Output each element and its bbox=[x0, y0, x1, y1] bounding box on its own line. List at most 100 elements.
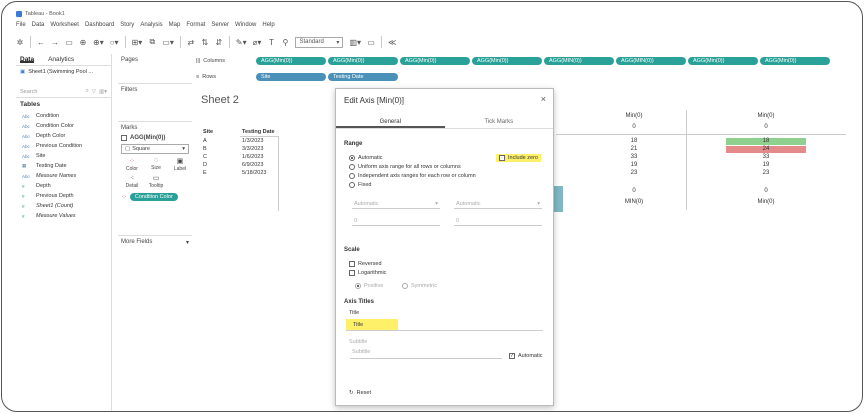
condition-color-pill[interactable]: Condition Color bbox=[129, 193, 178, 201]
menu-help[interactable]: Help bbox=[262, 22, 274, 28]
fit-select[interactable]: Standard ▾ bbox=[295, 36, 344, 48]
marks-field-checkbox[interactable] bbox=[121, 135, 127, 141]
row-header-date[interactable]: 6/9/2023 bbox=[242, 162, 263, 168]
menu-data[interactable]: Data bbox=[32, 22, 45, 28]
reversed-checkbox[interactable] bbox=[349, 261, 355, 267]
range-automatic-option[interactable]: Automatic bbox=[349, 155, 382, 161]
column-pill[interactable]: AGG(Min(0)) bbox=[256, 56, 326, 65]
reset-button[interactable]: ↻ Reset bbox=[349, 390, 371, 396]
mark-type-select[interactable]: ▢ Square ▾ bbox=[121, 144, 189, 154]
menu-file[interactable]: File bbox=[16, 22, 26, 28]
tab-tick-marks[interactable]: Tick Marks bbox=[445, 115, 554, 128]
swap-icon[interactable]: ⇄ bbox=[187, 38, 195, 47]
row-header-date[interactable]: 1/3/2023 bbox=[242, 138, 263, 144]
forward-icon[interactable]: → bbox=[51, 38, 59, 47]
column-pill[interactable]: AGG(Min(0)) bbox=[328, 56, 398, 65]
field-item[interactable]: Abc Condition Color bbox=[16, 121, 111, 131]
range-end-select[interactable]: Automatic ▾ bbox=[454, 200, 542, 209]
field-item[interactable]: # Sheet1 (Count) bbox=[16, 201, 111, 211]
column-pill[interactable]: AGG(Min(0)) bbox=[760, 56, 830, 65]
field-item[interactable]: Abc Condition bbox=[16, 111, 111, 121]
field-item[interactable]: Abc Previous Condition bbox=[16, 141, 111, 151]
row-header-site[interactable]: A bbox=[203, 138, 207, 144]
logarithmic-checkbox[interactable] bbox=[349, 270, 355, 276]
filters-card[interactable]: Filters bbox=[118, 84, 192, 122]
row-pill-site[interactable]: Site bbox=[256, 72, 326, 81]
row-pill-testing-date[interactable]: Testing Date bbox=[328, 72, 398, 81]
new-datasource-icon[interactable]: ⊕ bbox=[79, 38, 87, 47]
row-header-date[interactable]: 5/18/2023 bbox=[242, 170, 266, 176]
back-icon[interactable]: ← bbox=[37, 38, 45, 47]
field-item[interactable]: Abc Site bbox=[16, 151, 111, 161]
pages-card[interactable]: Pages bbox=[118, 54, 192, 84]
menu-map[interactable]: Map bbox=[169, 22, 181, 28]
row-header-date[interactable]: 1/6/2023 bbox=[242, 154, 263, 160]
highlight-icon[interactable]: ✎▾ bbox=[236, 38, 247, 47]
clear-sheet-icon[interactable]: ▭▾ bbox=[162, 38, 174, 47]
tab-data[interactable]: Data bbox=[20, 56, 35, 63]
field-item[interactable]: Abc Measure Names bbox=[16, 171, 111, 181]
more-fields-card[interactable]: More Fields ▾ bbox=[118, 236, 192, 249]
column-pill[interactable]: AGG(Min(0)) bbox=[472, 56, 542, 65]
range-fixed-option[interactable]: Fixed bbox=[349, 182, 371, 188]
field-item[interactable]: # Depth bbox=[16, 181, 111, 191]
include-zero-option[interactable]: Include zero bbox=[496, 154, 541, 162]
new-sheet-icon[interactable]: ⊞▾ bbox=[132, 38, 143, 47]
row-header-site[interactable]: B bbox=[203, 146, 207, 152]
menu-window[interactable]: Window bbox=[235, 22, 256, 28]
automatic-subtitle-option[interactable]: ✓ Automatic bbox=[509, 353, 542, 359]
field-item[interactable]: # Previous Depth bbox=[16, 191, 111, 201]
column-pill[interactable]: AGG(Min(0)) bbox=[400, 56, 470, 65]
menu-analysis[interactable]: Analysis bbox=[140, 22, 162, 28]
menu-server[interactable]: Server bbox=[211, 22, 229, 28]
subtitle-input[interactable]: Subtitle bbox=[352, 349, 370, 355]
column-pill[interactable]: AGG(Min(0)) bbox=[688, 56, 758, 65]
range-end-input[interactable]: 0 bbox=[454, 217, 542, 226]
presentation-icon[interactable]: ▥▾ bbox=[349, 38, 361, 47]
row-header-site[interactable]: E bbox=[203, 170, 207, 176]
column-pill[interactable]: AGG(MIN(0)) bbox=[616, 56, 686, 65]
tab-analytics[interactable]: Analytics bbox=[48, 56, 74, 63]
labels-icon[interactable]: T bbox=[267, 38, 275, 47]
range-independent-option[interactable]: Independent axis ranges for each row or … bbox=[349, 173, 476, 179]
menu-story[interactable]: Story bbox=[120, 22, 134, 28]
logarithmic-option[interactable]: Logarithmic bbox=[349, 270, 386, 276]
datasource-menu-icon[interactable]: ⊕▾ bbox=[93, 38, 104, 47]
range-start-select[interactable]: Automatic ▾ bbox=[352, 200, 440, 209]
duplicate-sheet-icon[interactable]: ⧉ bbox=[148, 37, 156, 47]
range-uniform-option[interactable]: Uniform axis range for all rows or colum… bbox=[349, 164, 461, 170]
share-icon[interactable]: ≪ bbox=[388, 38, 396, 47]
group-icon[interactable]: ⌀▾ bbox=[253, 38, 262, 47]
marks-field-row[interactable]: AGG(Min(0)) bbox=[121, 135, 189, 141]
sort-desc-icon[interactable]: ⇵ bbox=[215, 38, 223, 47]
sort-asc-icon[interactable]: ⇅ bbox=[201, 38, 209, 47]
row-header-date[interactable]: 3/3/2023 bbox=[242, 146, 263, 152]
detail-button[interactable]: ⁖ Detail bbox=[121, 174, 143, 189]
row-header-site[interactable]: C bbox=[203, 154, 207, 160]
positive-option[interactable]: Positive bbox=[355, 283, 383, 289]
range-start-input[interactable]: 0 bbox=[352, 217, 440, 226]
reversed-option[interactable]: Reversed bbox=[349, 261, 382, 267]
pin-icon[interactable]: ⚲ bbox=[281, 38, 289, 47]
menu-dashboard[interactable]: Dashboard bbox=[85, 22, 114, 28]
size-button[interactable]: ◌ Size bbox=[145, 157, 167, 172]
close-icon[interactable]: × bbox=[541, 94, 546, 104]
tab-general[interactable]: General bbox=[336, 115, 445, 128]
symmetric-option[interactable]: Symmetric bbox=[402, 283, 437, 289]
undo-icon[interactable]: ○▾ bbox=[110, 38, 119, 47]
save-icon[interactable]: ▭ bbox=[65, 38, 73, 47]
field-item[interactable]: # Measure Values bbox=[16, 211, 111, 221]
tooltip-icon[interactable]: ▭ bbox=[367, 38, 375, 47]
search-input[interactable]: Search bbox=[20, 89, 83, 95]
row-header-site[interactable]: D bbox=[203, 162, 207, 168]
include-zero-checkbox[interactable] bbox=[499, 155, 505, 161]
menu-worksheet[interactable]: Worksheet bbox=[50, 22, 79, 28]
title-input[interactable]: Title bbox=[346, 319, 398, 330]
tableau-icon[interactable]: ✲ bbox=[16, 38, 24, 47]
datasource-item[interactable]: ▣ Sheet1 (Swimming Pool ... bbox=[16, 66, 111, 78]
label-button[interactable]: ▣ Label bbox=[169, 157, 191, 172]
column-pill[interactable]: AGG(MIN(0)) bbox=[544, 56, 614, 65]
filter-icon[interactable]: ▽ bbox=[92, 89, 96, 95]
tooltip-button[interactable]: ▭ Tooltip bbox=[145, 174, 167, 189]
automatic-checkbox[interactable]: ✓ bbox=[509, 353, 515, 359]
